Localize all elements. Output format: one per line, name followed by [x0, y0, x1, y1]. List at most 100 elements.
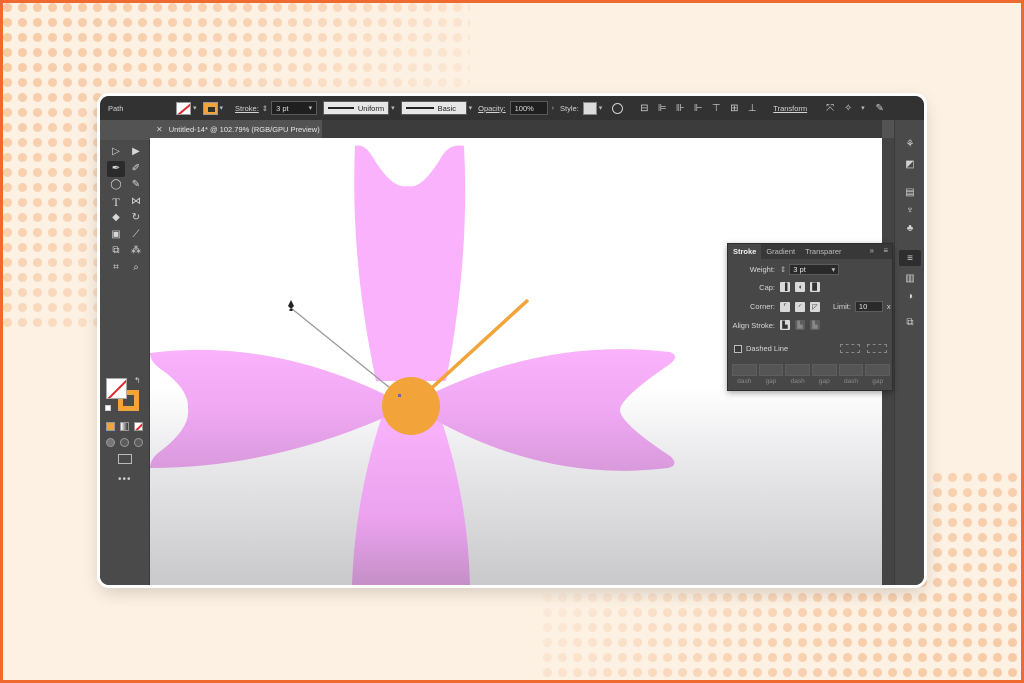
limit-field[interactable]: 10: [854, 301, 883, 312]
recolor-wand-icon[interactable]: ✧: [841, 101, 855, 115]
chevron-down-icon[interactable]: ▾: [193, 104, 197, 112]
stroke-color-control[interactable]: ▾: [202, 101, 224, 115]
color-icon[interactable]: [106, 422, 115, 431]
image-trace-icon[interactable]: ◩: [903, 158, 917, 170]
zoom-icon[interactable]: ⌕: [127, 260, 145, 277]
align-top-icon[interactable]: ⊤: [709, 101, 723, 115]
petal-bottom[interactable]: [352, 416, 470, 585]
round-join-icon[interactable]: ◜: [795, 301, 805, 312]
align-middle-icon[interactable]: ⊞: [727, 101, 741, 115]
flower-center[interactable]: [382, 377, 440, 435]
dashed-line-checkbox[interactable]: [734, 344, 742, 353]
screen-mode-icon[interactable]: [118, 454, 132, 464]
fill-stroke-widget[interactable]: ↰: [105, 376, 142, 414]
chevron-down-icon[interactable]: ▾: [469, 104, 473, 112]
opacity-field[interactable]: 100%: [509, 101, 548, 115]
swap-icon[interactable]: ↰: [134, 376, 141, 385]
chevron-down-icon[interactable]: ▾: [220, 104, 224, 112]
fill-none-swatch[interactable]: [176, 101, 191, 115]
gradient-swatch-icon[interactable]: [120, 422, 129, 431]
tab-gradient[interactable]: Gradient: [761, 244, 800, 259]
dash-field[interactable]: [838, 364, 864, 376]
butt-cap-icon[interactable]: ▐: [780, 282, 790, 292]
gradient-panel-icon[interactable]: ▥: [903, 272, 917, 284]
stroke-color-swatch[interactable]: [202, 101, 218, 115]
fill-none-swatch[interactable]: [106, 378, 127, 399]
align-left-icon[interactable]: ⊫: [655, 101, 669, 115]
gap-field[interactable]: [758, 364, 784, 376]
gap-field[interactable]: [811, 364, 837, 376]
align-center-icon[interactable]: ⊪: [673, 101, 687, 115]
stroke-label[interactable]: Stroke:: [235, 104, 259, 113]
chevron-right-icon[interactable]: ›: [552, 105, 554, 112]
ellipse-icon[interactable]: ◯: [107, 177, 125, 194]
symbol-sprayer-icon[interactable]: ⁂: [127, 243, 145, 260]
stepper-icon[interactable]: ⇕: [780, 265, 786, 274]
gap-field[interactable]: [865, 364, 890, 376]
gradient-icon[interactable]: ▣: [107, 227, 125, 244]
petal-right[interactable]: [435, 349, 675, 471]
paintbrush-icon[interactable]: ✎: [127, 177, 145, 194]
rotate-icon[interactable]: ↻: [127, 210, 145, 227]
selection-icon[interactable]: ▷: [107, 144, 125, 161]
dash-field[interactable]: [785, 364, 810, 376]
draw-behind-icon[interactable]: [120, 438, 129, 447]
tab-transparency[interactable]: Transparer: [800, 244, 846, 259]
align-inside-stroke-icon[interactable]: ▙: [795, 320, 805, 330]
align-to-icon[interactable]: ⊟: [637, 101, 651, 115]
more-tools-icon[interactable]: •••: [118, 474, 132, 485]
petal-left[interactable]: [150, 349, 388, 468]
type-icon[interactable]: T: [107, 194, 125, 211]
direct-selection-icon[interactable]: ▶: [127, 144, 145, 161]
pen-icon[interactable]: ✒: [107, 160, 125, 177]
color-guide-icon[interactable]: ⚘: [903, 138, 917, 150]
appearance-panel-icon[interactable]: ⧉: [903, 316, 917, 328]
variable-width-profile-select[interactable]: Uniform: [323, 101, 390, 115]
isolate-object-icon[interactable]: ⤧: [823, 101, 837, 115]
draw-inside-icon[interactable]: [134, 438, 143, 447]
close-icon[interactable]: ✕: [156, 125, 163, 134]
default-colors-icon[interactable]: [105, 405, 111, 411]
petal-top[interactable]: [354, 145, 466, 381]
panel-options-icon[interactable]: ✎: [873, 101, 887, 115]
symbols-icon[interactable]: ♣: [903, 222, 917, 234]
align-bottom-icon[interactable]: ⊥: [745, 101, 759, 115]
chevron-double-right-icon[interactable]: »: [870, 246, 874, 255]
eyedropper-icon[interactable]: ⟋: [127, 227, 145, 244]
eraser-icon[interactable]: ◆: [107, 210, 125, 227]
none-swatch-icon[interactable]: [134, 422, 143, 431]
libraries-icon[interactable]: ▤: [903, 186, 917, 198]
stroke-weight-field[interactable]: 3 pt ▾: [271, 101, 318, 115]
brushes-icon[interactable]: ♆: [903, 204, 917, 216]
align-outside-stroke-icon[interactable]: ▙: [810, 320, 820, 330]
blend-icon[interactable]: ⧉: [107, 243, 125, 260]
align-right-icon[interactable]: ⊩: [691, 101, 705, 115]
align-center-stroke-icon[interactable]: ▙: [780, 320, 790, 330]
transparency-panel-icon[interactable]: ◑: [903, 290, 917, 302]
brush-definition-select[interactable]: Basic: [400, 101, 467, 115]
align-dash-corners-icon[interactable]: [867, 344, 888, 353]
dash-field[interactable]: [732, 364, 757, 376]
recolor-artwork-icon[interactable]: [612, 102, 624, 114]
bevel-join-icon[interactable]: ◸: [810, 301, 820, 312]
curvature-icon[interactable]: ✐: [127, 161, 145, 178]
chevron-down-icon[interactable]: ▾: [832, 265, 836, 274]
draw-normal-icon[interactable]: [106, 438, 115, 447]
panel-menu-icon[interactable]: ≡: [883, 246, 888, 255]
artboard-icon[interactable]: ⌗: [107, 260, 125, 277]
chevron-down-icon[interactable]: ▾: [861, 104, 865, 112]
document-tab[interactable]: ✕ Untitled-14* @ 102.79% (RGB/GPU Previe…: [150, 120, 322, 138]
weight-field[interactable]: 3 pt ▾: [789, 264, 840, 275]
fill-color-control[interactable]: ▾: [176, 101, 197, 115]
graphic-style-swatch[interactable]: [582, 101, 597, 115]
chevron-down-icon[interactable]: ▾: [391, 104, 395, 112]
chevron-down-icon[interactable]: ▾: [599, 104, 603, 112]
tab-stroke[interactable]: Stroke: [728, 244, 762, 259]
preserve-dash-icon[interactable]: [840, 344, 861, 353]
opacity-label[interactable]: Opacity:: [478, 104, 506, 113]
projecting-cap-icon[interactable]: ▉: [810, 282, 820, 292]
anchor-point[interactable]: [398, 394, 401, 397]
width-icon[interactable]: ⋈: [127, 194, 145, 211]
stroke-panel-icon[interactable]: ≡: [899, 250, 921, 266]
round-cap-icon[interactable]: ◖: [795, 282, 805, 292]
